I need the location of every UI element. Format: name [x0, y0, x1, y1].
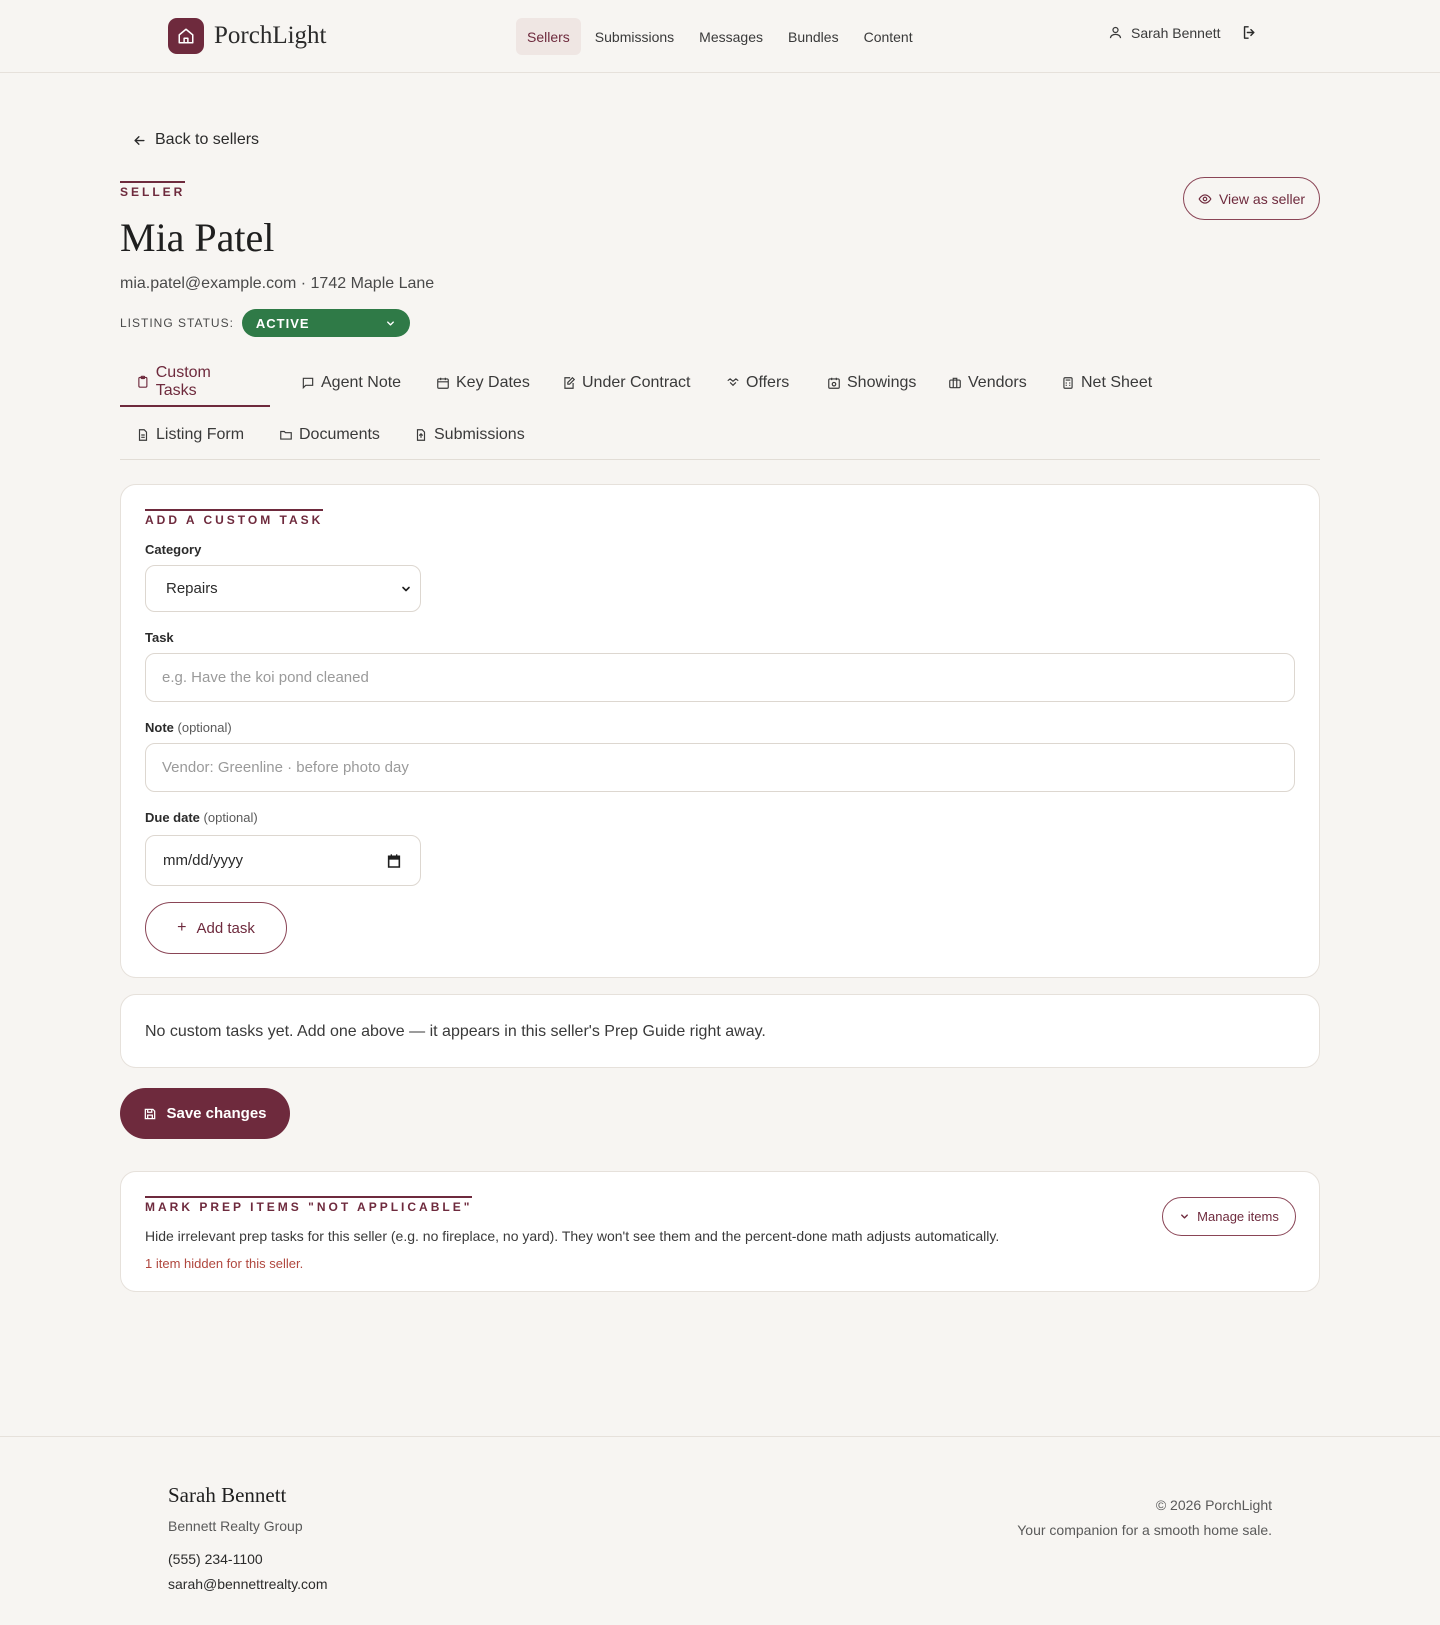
nav-submissions[interactable]: Submissions [584, 18, 685, 55]
calendar-clock-icon [828, 377, 840, 389]
footer-email[interactable]: sarah@bennettrealty.com [168, 1576, 327, 1592]
prep-items-card: MARK PREP ITEMS "NOT APPLICABLE" Hide ir… [120, 1171, 1320, 1292]
category-value: Repairs [166, 580, 218, 597]
tab-listing-form[interactable]: Listing Form [120, 411, 260, 459]
seller-name: Mia Patel [120, 215, 275, 260]
seller-contact: mia.patel@example.com · 1742 Maple Lane [120, 275, 435, 292]
footer-phone[interactable]: (555) 234-1100 [168, 1551, 263, 1567]
add-task-eyebrow: ADD A CUSTOM TASK [145, 509, 324, 527]
seller-tabs: Custom Tasks Agent Note Key Dates Under … [120, 359, 1320, 460]
due-date-label: Due date (optional) [145, 810, 258, 825]
main-nav: Sellers Submissions Messages Bundles Con… [516, 18, 927, 55]
message-icon [302, 377, 314, 390]
footer-copyright: © 2026 PorchLight [1155, 1497, 1272, 1513]
tab-vendors[interactable]: Vendors [932, 359, 1043, 407]
user-name: Sarah Bennett [1131, 24, 1221, 41]
file-upload-icon [416, 429, 426, 441]
save-icon [145, 1108, 156, 1119]
prep-hidden-count: 1 item hidden for this seller. [145, 1256, 304, 1271]
nav-sellers[interactable]: Sellers [516, 18, 581, 55]
edit-icon [564, 376, 576, 389]
handshake-icon [727, 378, 739, 387]
tab-documents[interactable]: Documents [263, 411, 396, 459]
brand-logo[interactable]: PorchLight [168, 18, 327, 54]
nav-bundles[interactable]: Bundles [777, 18, 850, 55]
back-label: Back to sellers [155, 131, 260, 148]
note-input[interactable] [145, 743, 1295, 792]
tab-offers[interactable]: Offers [710, 359, 805, 407]
plus-icon: + [177, 919, 187, 936]
note-label: Note (optional) [145, 720, 232, 735]
view-as-seller-label: View as seller [1218, 190, 1306, 207]
add-custom-task-card: ADD A CUSTOM TASK Category Repairs Task … [120, 484, 1320, 978]
calendar-icon[interactable] [386, 853, 402, 869]
folder-icon [280, 430, 292, 440]
tab-custom-tasks[interactable]: Custom Tasks [120, 359, 270, 407]
footer-org: Bennett Realty Group [168, 1518, 303, 1534]
empty-message: No custom tasks yet. Add one above — it … [145, 1023, 766, 1040]
add-task-button[interactable]: + Add task [145, 902, 287, 954]
footer: Sarah Bennett Bennett Realty Group (555)… [0, 1436, 1440, 1625]
chevron-down-icon [386, 320, 394, 326]
status-label: LISTING STATUS: [120, 316, 234, 330]
calculator-icon [1063, 377, 1073, 389]
calendar-icon [437, 377, 449, 389]
tab-key-dates[interactable]: Key Dates [420, 359, 546, 407]
eye-icon [1198, 193, 1212, 204]
tab-agent-note[interactable]: Agent Note [285, 359, 417, 407]
chevron-down-icon [1181, 1214, 1189, 1219]
status-value: ACTIVE [255, 315, 310, 331]
footer-tagline: Your companion for a smooth home sale. [1017, 1522, 1272, 1538]
brand-name: PorchLight [214, 22, 327, 49]
user-icon [1109, 26, 1122, 39]
due-date-placeholder: mm/dd/yyyy [163, 852, 244, 869]
category-select[interactable]: Repairs [145, 565, 421, 612]
clipboard-icon [138, 375, 148, 388]
custom-tasks-empty-state: No custom tasks yet. Add one above — it … [120, 994, 1320, 1068]
tab-submissions[interactable]: Submissions [398, 411, 541, 459]
due-date-input[interactable]: mm/dd/yyyy [145, 835, 421, 886]
back-to-sellers-link[interactable]: Back to sellers [132, 131, 259, 149]
briefcase-icon [949, 377, 961, 389]
tab-net-sheet[interactable]: Net Sheet [1045, 359, 1168, 407]
nav-messages[interactable]: Messages [688, 18, 774, 55]
arrow-left-icon [134, 135, 145, 145]
logout-icon[interactable] [1241, 24, 1258, 41]
manage-items-button[interactable]: Manage items [1162, 1197, 1296, 1236]
task-input[interactable] [145, 653, 1295, 702]
chevron-down-icon [402, 586, 410, 591]
nav-content[interactable]: Content [853, 18, 924, 55]
top-bar: PorchLight Sellers Submissions Messages … [0, 0, 1440, 73]
listing-status-row: LISTING STATUS: ACTIVE [120, 309, 410, 337]
footer-agent-name: Sarah Bennett [168, 1483, 287, 1507]
save-changes-button[interactable]: Save changes [120, 1088, 290, 1139]
tab-showings[interactable]: Showings [811, 359, 932, 407]
house-icon [168, 18, 204, 54]
prep-description: Hide irrelevant prep tasks for this sell… [145, 1228, 1000, 1244]
listing-status-select[interactable]: ACTIVE [241, 309, 410, 337]
user-menu[interactable]: Sarah Bennett [1108, 24, 1258, 41]
tab-under-contract[interactable]: Under Contract [546, 359, 707, 407]
view-as-seller-button[interactable]: View as seller [1183, 177, 1320, 220]
seller-eyebrow: SELLER [120, 181, 186, 199]
task-label: Task [145, 630, 174, 645]
document-icon [138, 429, 148, 441]
prep-eyebrow: MARK PREP ITEMS "NOT APPLICABLE" [145, 1196, 473, 1214]
category-label: Category [145, 542, 202, 557]
